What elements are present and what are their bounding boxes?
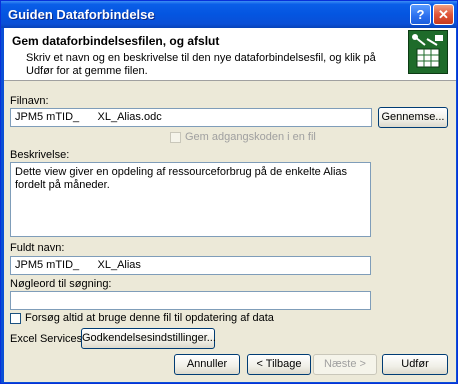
- window-title: Guiden Dataforbindelse: [8, 7, 155, 22]
- always-use-checkbox[interactable]: [10, 313, 21, 324]
- back-button[interactable]: < Tilbage: [247, 354, 311, 375]
- keywords-label: Nøgleord til søgning:: [10, 278, 112, 290]
- browse-button[interactable]: Gennemse...: [378, 107, 448, 128]
- help-button[interactable]: ?: [410, 4, 431, 25]
- save-password-checkbox[interactable]: [170, 132, 181, 143]
- finish-button[interactable]: Udfør: [382, 354, 448, 375]
- dialog-body: Gem dataforbindelsesfilen, og afslut Skr…: [4, 28, 456, 382]
- description-text: Dette view giver en opdeling af ressourc…: [15, 166, 348, 191]
- data-connection-icon: [408, 30, 448, 74]
- filename-input[interactable]: JPM5 mTID_ XL_Alias.odc: [10, 108, 372, 127]
- keywords-input[interactable]: [10, 291, 371, 310]
- step-description: Skriv et navn og en beskrivelse til den …: [26, 52, 376, 77]
- title-bar: Guiden Dataforbindelse ? ✕: [1, 1, 457, 28]
- friendly-name-input[interactable]: JPM5 mTID_ XL_Alias: [10, 256, 371, 275]
- wizard-window: Guiden Dataforbindelse ? ✕ Gem dataforbi…: [0, 0, 458, 384]
- save-password-label: Gem adgangskoden i en fil: [185, 131, 316, 143]
- cancel-button[interactable]: Annuller: [174, 354, 240, 375]
- close-button[interactable]: ✕: [433, 4, 454, 25]
- friendly-name-label: Fuldt navn:: [10, 242, 65, 254]
- description-label: Beskrivelse:: [10, 149, 70, 161]
- wizard-header: Gem dataforbindelsesfilen, og afslut Skr…: [4, 28, 456, 81]
- step-title: Gem dataforbindelsesfilen, og afslut: [12, 34, 220, 48]
- auth-settings-button[interactable]: Godkendelsesindstillinger...: [81, 328, 216, 349]
- next-button[interactable]: Næste >: [313, 354, 377, 375]
- always-use-label: Forsøg altid at bruge denne fil til opda…: [25, 312, 274, 324]
- filename-label: Filnavn:: [10, 95, 49, 107]
- description-textarea[interactable]: Dette view giver en opdeling af ressourc…: [10, 162, 371, 237]
- excel-services-label: Excel Services:: [10, 333, 86, 345]
